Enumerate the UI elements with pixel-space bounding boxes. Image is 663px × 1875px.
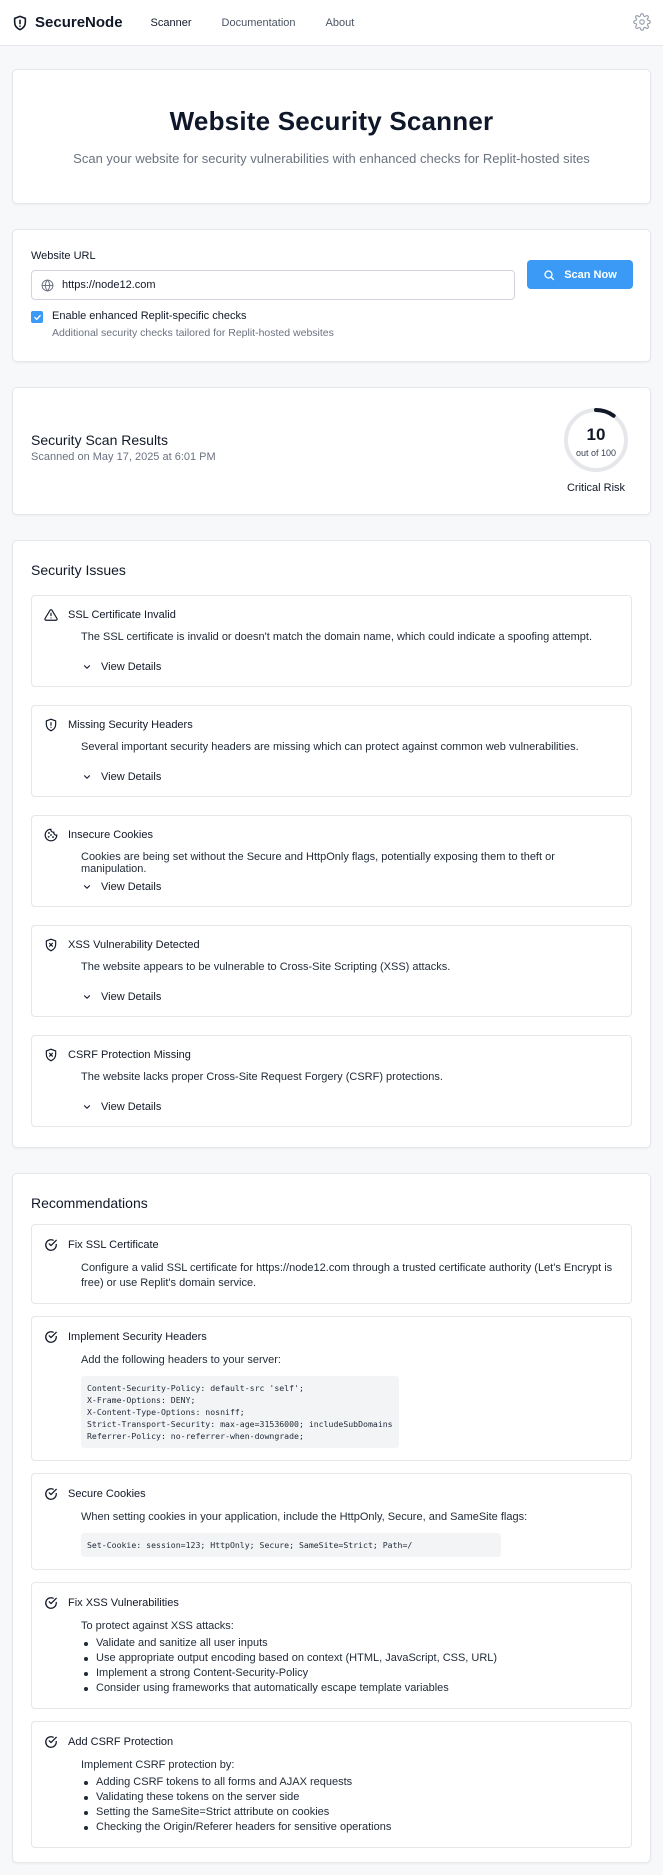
shield-logo-icon	[13, 15, 27, 30]
url-value: https://node12.com	[62, 279, 156, 291]
check-circle-icon	[45, 1239, 57, 1251]
recommendation-title: Add CSRF Protection	[68, 1736, 174, 1748]
recommendation-text: Add the following headers to your server…	[81, 1354, 281, 1366]
recommendation-text: To protect against XSS attacks:	[81, 1620, 234, 1632]
issue-card: XSS Vulnerability Detected The website a…	[31, 925, 632, 1017]
list-item: Adding CSRF tokens to all forms and AJAX…	[81, 1775, 621, 1790]
chevron-down-icon	[83, 885, 91, 889]
view-details-label: View Details	[101, 661, 162, 673]
check-circle-icon	[45, 1597, 57, 1609]
check-circle-icon	[45, 1736, 57, 1748]
shield-x-icon	[45, 1048, 57, 1062]
shield-alert-icon	[45, 718, 57, 732]
issue-description: The SSL certificate is invalid or doesn'…	[81, 631, 593, 643]
issue-description: The website appears to be vulnerable to …	[81, 961, 451, 973]
issues-title: Security Issues	[31, 562, 126, 578]
shield-x-icon	[45, 938, 57, 952]
url-input[interactable]: https://node12.com	[31, 270, 515, 300]
chevron-down-icon	[83, 1105, 91, 1109]
issue-card: SSL Certificate Invalid The SSL certific…	[31, 595, 632, 687]
security-issues-card: Security Issues SSL Certificate Invalid …	[12, 540, 651, 1148]
view-details-toggle[interactable]: View Details	[82, 1101, 161, 1113]
hero-card: Website Security Scanner Scan your websi…	[12, 69, 651, 204]
checkbox-hint: Additional security checks tailored for …	[52, 327, 334, 339]
risk-label: Critical Risk	[566, 482, 626, 494]
issue-title: XSS Vulnerability Detected	[68, 939, 200, 951]
code-block: Set-Cookie: session=123; HttpOnly; Secur…	[81, 1533, 501, 1557]
recommendations-card: Recommendations Fix SSL Certificate Conf…	[12, 1173, 651, 1863]
issue-title: Insecure Cookies	[68, 829, 153, 841]
issue-description: Cookies are being set without the Secure…	[81, 851, 555, 875]
view-details-label: View Details	[101, 1101, 162, 1113]
issue-description: The website lacks proper Cross-Site Requ…	[81, 1071, 443, 1083]
check-circle-icon	[45, 1488, 57, 1500]
recommendation-item: Implement Security Headers Add the follo…	[31, 1316, 632, 1461]
view-details-toggle[interactable]: View Details	[82, 771, 161, 783]
recommendation-list: Adding CSRF tokens to all forms and AJAX…	[81, 1775, 621, 1835]
code-block: Content-Security-Policy: default-src 'se…	[81, 1376, 399, 1448]
recommendation-text: Implement CSRF protection by:	[81, 1759, 235, 1771]
list-item: Use appropriate output encoding based on…	[81, 1651, 621, 1666]
chevron-down-icon	[83, 775, 91, 779]
recommendations-title: Recommendations	[31, 1195, 148, 1211]
checkmark-icon	[33, 314, 41, 320]
list-item: Validate and sanitize all user inputs	[81, 1636, 621, 1651]
issue-title: SSL Certificate Invalid	[68, 609, 176, 621]
top-nav: SecureNode Scanner Documentation About	[0, 0, 663, 46]
page-title: Website Security Scanner	[169, 106, 494, 136]
brand-name: SecureNode	[35, 14, 123, 31]
view-details-label: View Details	[101, 881, 162, 893]
recommendation-item: Secure Cookies When setting cookies in y…	[31, 1473, 632, 1570]
checkbox-label: Enable enhanced Replit-specific checks	[52, 310, 247, 322]
cookie-icon	[44, 828, 58, 842]
recommendation-item: Fix XSS Vulnerabilities To protect again…	[31, 1582, 632, 1709]
nav-scanner[interactable]: Scanner	[151, 17, 192, 29]
list-item: Implement a strong Content-Security-Poli…	[81, 1666, 621, 1681]
results-title: Security Scan Results	[31, 432, 168, 448]
warning-triangle-icon	[44, 609, 58, 621]
list-item: Checking the Origin/Referer headers for …	[81, 1820, 621, 1835]
brand[interactable]: SecureNode	[12, 14, 123, 31]
chevron-down-icon	[83, 665, 91, 669]
replit-checks-checkbox[interactable]	[31, 311, 43, 323]
recommendation-title: Fix SSL Certificate	[68, 1239, 159, 1251]
nav-about[interactable]: About	[326, 17, 355, 29]
scan-timestamp: Scanned on May 17, 2025 at 6:01 PM	[31, 451, 216, 463]
issue-title: Missing Security Headers	[68, 719, 193, 731]
list-item: Consider using frameworks that automatic…	[81, 1681, 621, 1696]
view-details-label: View Details	[101, 771, 162, 783]
recommendation-title: Fix XSS Vulnerabilities	[68, 1597, 179, 1609]
globe-icon	[41, 278, 54, 292]
recommendation-list: Validate and sanitize all user inputs Us…	[81, 1636, 621, 1696]
scan-results-card: Security Scan Results Scanned on May 17,…	[12, 387, 651, 515]
issue-description: Several important security headers are m…	[81, 741, 579, 753]
list-item: Setting the SameSite=Strict attribute on…	[81, 1805, 621, 1820]
chevron-down-icon	[83, 995, 91, 999]
view-details-toggle[interactable]: View Details	[82, 881, 161, 893]
page-subtitle: Scan your website for security vulnerabi…	[73, 151, 590, 166]
recommendation-item: Add CSRF Protection Implement CSRF prote…	[31, 1721, 632, 1848]
recommendation-title: Secure Cookies	[68, 1488, 146, 1500]
nav-documentation[interactable]: Documentation	[222, 17, 296, 29]
view-details-toggle[interactable]: View Details	[82, 661, 161, 673]
list-item: Validating these tokens on the server si…	[81, 1790, 621, 1805]
recommendation-text: Configure a valid SSL certificate for ht…	[81, 1262, 613, 1289]
check-circle-icon	[45, 1331, 57, 1343]
issue-card: Missing Security Headers Several importa…	[31, 705, 632, 797]
view-details-label: View Details	[101, 991, 162, 1003]
issue-card: Insecure Cookies Cookies are being set w…	[31, 815, 632, 907]
issue-title: CSRF Protection Missing	[68, 1049, 191, 1061]
scan-form-card: Website URL https://node12.com Scan Now …	[12, 229, 651, 362]
view-details-toggle[interactable]: View Details	[82, 991, 161, 1003]
recommendation-title: Implement Security Headers	[68, 1331, 207, 1343]
recommendation-item: Fix SSL Certificate Configure a valid SS…	[31, 1224, 632, 1304]
score-value: 10	[586, 425, 606, 444]
recommendation-text: When setting cookies in your application…	[81, 1511, 528, 1523]
search-icon	[544, 269, 555, 280]
gear-icon[interactable]	[633, 13, 651, 31]
scan-now-button[interactable]: Scan Now	[527, 260, 633, 289]
scan-now-label: Scan Now	[564, 268, 617, 281]
score-max: out of 100	[575, 448, 617, 458]
issue-card: CSRF Protection Missing The website lack…	[31, 1035, 632, 1127]
